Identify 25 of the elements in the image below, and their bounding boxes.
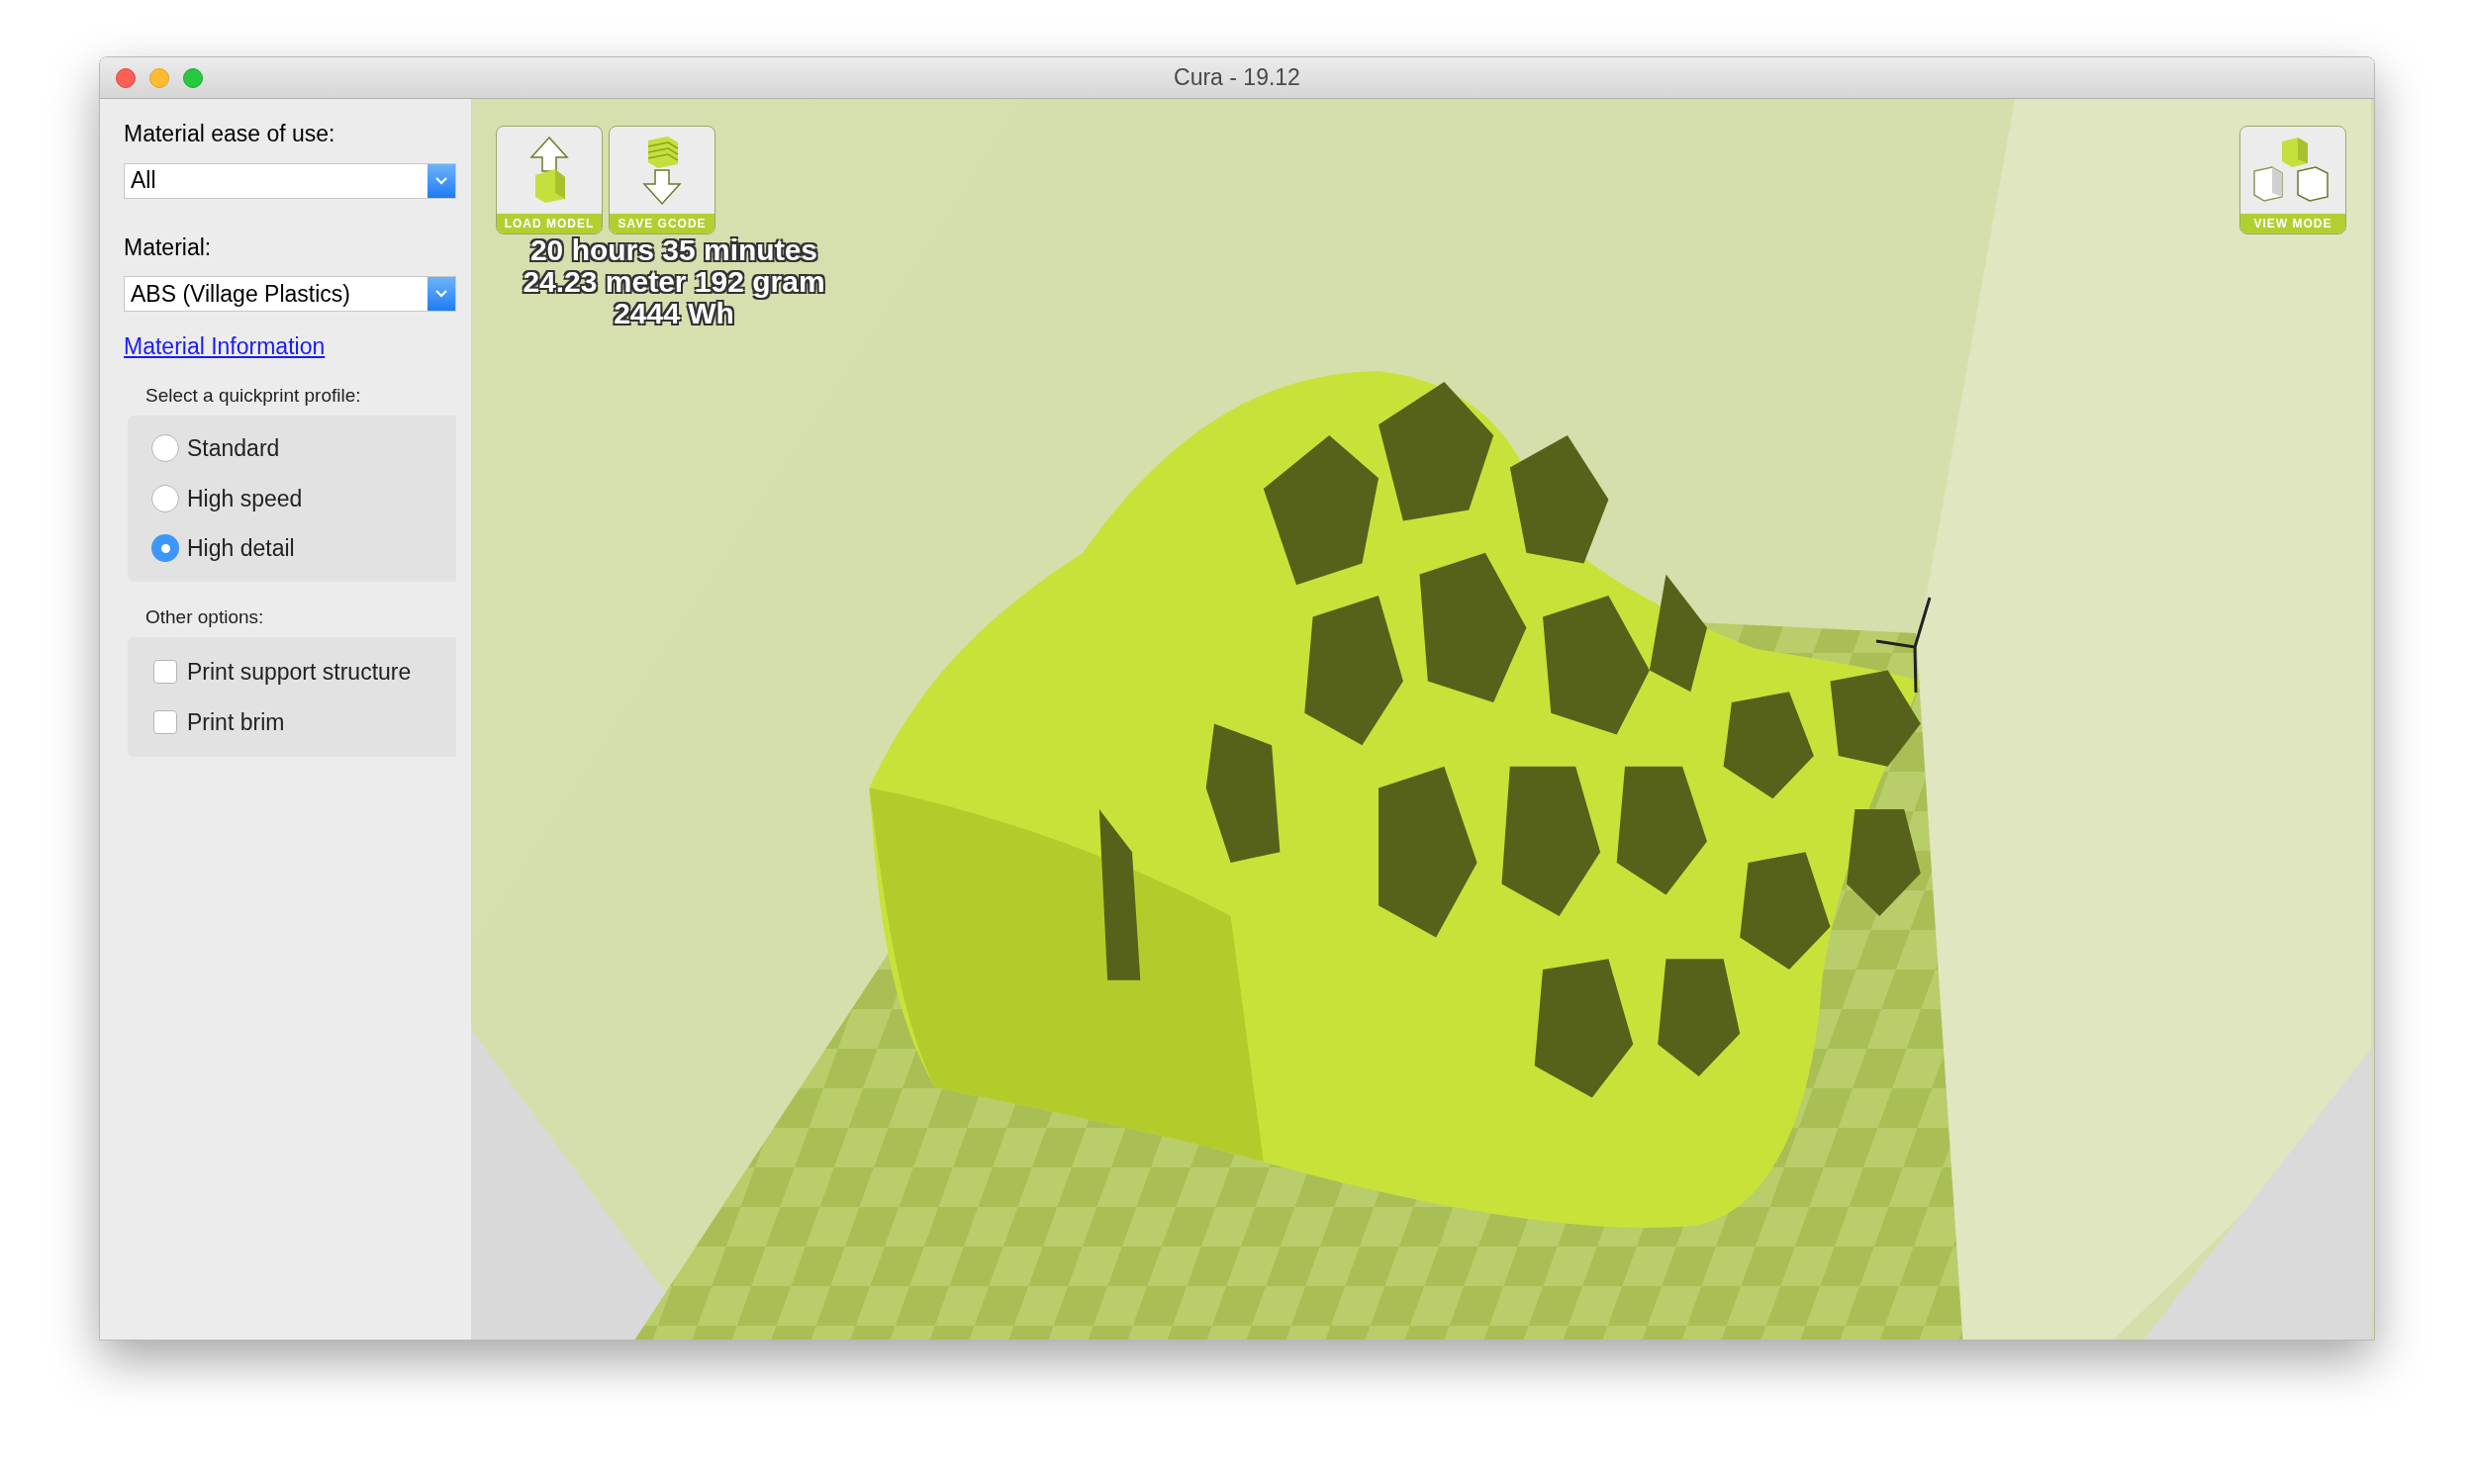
material-dropdown[interactable]: ABS (Village Plastics) bbox=[124, 276, 456, 312]
checkbox[interactable] bbox=[153, 660, 177, 685]
checkbox-label: Print support structure bbox=[187, 658, 412, 687]
print-estimate-text: 2444 Wh bbox=[614, 298, 734, 329]
minimize-button[interactable] bbox=[149, 67, 169, 88]
print-estimate-text: 24.23 meter 192 gram bbox=[523, 266, 825, 298]
radio-label: High detail bbox=[187, 534, 295, 563]
material-information-link[interactable]: Material Information bbox=[124, 329, 326, 364]
checkbox[interactable] bbox=[153, 709, 177, 734]
window-title: Cura - 19.12 bbox=[1174, 63, 1300, 93]
radio-button[interactable] bbox=[151, 484, 179, 512]
ease-dropdown[interactable]: All bbox=[124, 162, 456, 199]
print-estimate-text: 20 hours 35 minutes bbox=[529, 234, 818, 266]
radio-button[interactable] bbox=[151, 534, 179, 563]
close-button[interactable] bbox=[116, 67, 136, 88]
group-title: Other options: bbox=[144, 604, 265, 629]
axis-marker-icon bbox=[1874, 596, 1932, 695]
group-title: Select a quickprint profile: bbox=[144, 383, 362, 408]
radio-button[interactable] bbox=[151, 434, 179, 463]
field-label: Material ease of use: bbox=[124, 120, 336, 148]
radio-label: Standard bbox=[187, 434, 280, 463]
zoom-button[interactable] bbox=[183, 67, 203, 88]
checkbox-label: Print brim bbox=[187, 707, 285, 737]
radio-label: High speed bbox=[187, 484, 303, 513]
field-label: Material: bbox=[124, 232, 213, 262]
